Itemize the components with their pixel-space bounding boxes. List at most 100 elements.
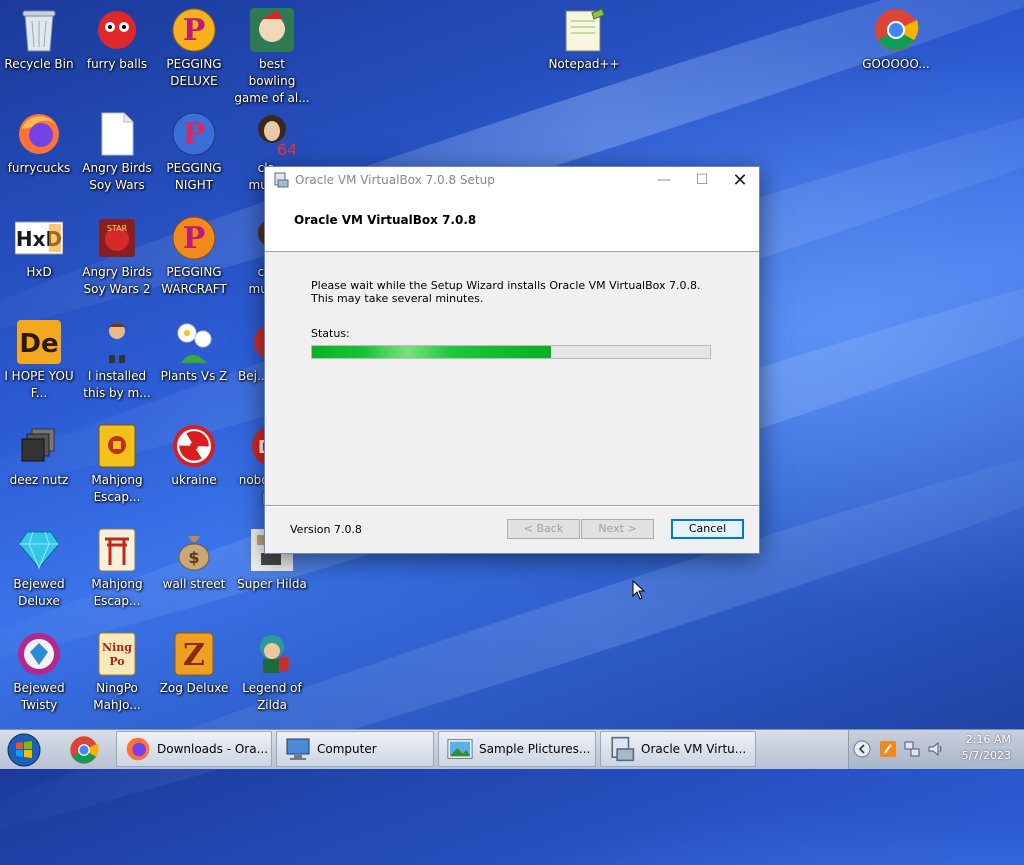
de-icon: De (17, 320, 61, 364)
clock-date: 5/7/2023 (961, 749, 1011, 762)
show-hidden-icons-button[interactable] (853, 740, 871, 758)
zog-icon: Z (174, 632, 214, 676)
desktop-icon-notepad-plus-plus[interactable]: Notepad++ (546, 6, 622, 73)
bowling-game-icon (250, 8, 294, 52)
zilda-icon (260, 635, 289, 673)
desktop-icon-deez-nutz[interactable]: deez nutz (1, 422, 77, 489)
dialog-header: Oracle VM VirtualBox 7.0.8 (265, 193, 759, 252)
desktop-icon-legend-of-zilda[interactable]: Legend of Zilda (234, 630, 310, 714)
desktop-icon-label: Plants Vs Z (160, 369, 228, 383)
desktop-icon-hxd[interactable]: HxD HxD (1, 214, 77, 281)
svg-text:P: P (183, 221, 206, 256)
computer-icon (286, 738, 310, 760)
svg-text:$: $ (188, 548, 199, 567)
desktop-icon-label: Angry Birds Soy Wars (82, 161, 152, 192)
taskbar-item-label: Computer (317, 742, 377, 756)
pinned-chrome[interactable] (64, 732, 104, 768)
version-label: Version 7.0.8 (290, 523, 362, 536)
desktop-icon-label: Bejewed Deluxe (13, 577, 65, 608)
desktop-icon-pegging-deluxe[interactable]: P PEGGING DELUXE (156, 6, 232, 90)
desktop-icon-label: furry balls (86, 57, 148, 71)
clock[interactable]: 2:16 AM 5/7/2023 (962, 732, 1011, 764)
close-button[interactable]: ✕ (721, 167, 759, 193)
desktop-icon-label: wall street (162, 577, 226, 591)
desktop-icon-pegging-warcraft[interactable]: P PEGGING WARCRAFT (156, 214, 232, 298)
taskbar-item-sample-pictures[interactable]: Sample Plictures... (438, 731, 596, 767)
desktop-icon-chrome[interactable]: GOOOOO... (858, 6, 934, 73)
diamond-icon (18, 531, 60, 570)
start-button[interactable] (4, 732, 44, 768)
recycle-bin-icon (22, 10, 56, 52)
desktop-icon-bejewed-deluxe[interactable]: Bejewed Deluxe (1, 526, 77, 610)
windows-start-icon (7, 733, 41, 767)
money-bag-icon: $ (178, 536, 210, 571)
desktop-icon-firefox[interactable]: furrycucks (1, 110, 77, 177)
cancel-button[interactable]: Cancel (671, 519, 744, 539)
system-tray: 2:16 AM 5/7/2023 (848, 730, 1024, 769)
desktop-icon-pegging-night[interactable]: P PEGGING NIGHT (156, 110, 232, 194)
clock-time: 2:16 AM (965, 733, 1011, 746)
maximize-button[interactable]: ☐ (683, 167, 721, 193)
desktop-icon-label: NingPo MahJo... (93, 681, 141, 712)
svg-text:STAR: STAR (107, 224, 128, 233)
desktop-icon-label: I HOPE YOU F... (4, 369, 74, 400)
classical-music-icon: 64 (258, 115, 295, 157)
desktop-icon-label: Bejewed Twisty (13, 681, 65, 712)
footer-divider (265, 505, 759, 507)
desktop-icon-bowling[interactable]: best bowling game of al... (234, 6, 310, 107)
installer-icon (611, 736, 635, 762)
desktop-icon-bejewed-twisty[interactable]: Bejewed Twisty (1, 630, 77, 714)
desktop-icon-label: Zog Deluxe (159, 681, 229, 695)
desktop-icon-label: HxD (26, 265, 52, 279)
desktop-icon-recycle-bin[interactable]: Recycle Bin (1, 6, 77, 73)
chrome-icon (70, 736, 99, 764)
taskbar-item-computer[interactable]: Computer (276, 731, 434, 767)
install-progress-bar (311, 345, 711, 359)
desktop-icon-i-installed[interactable]: I installed this by m... (79, 318, 155, 402)
taskbar: Downloads - Ora... Computer Sample Plict… (0, 729, 1024, 769)
tray-app[interactable] (879, 740, 897, 758)
bejeweled-twist-icon (18, 633, 60, 675)
desktop-icon-mahjong-escape-2[interactable]: Mahjong Escap... (79, 526, 155, 610)
taskbar-item-downloads[interactable]: Downloads - Ora... (116, 731, 272, 767)
progress-fill (312, 346, 551, 358)
back-button[interactable]: < Back (507, 519, 580, 539)
svg-text:Z: Z (183, 638, 205, 673)
svg-text:De: De (19, 329, 58, 359)
desktop-icon-angry-birds-soy-wars-2[interactable]: STAR Angry Birds Soy Wars 2 (79, 214, 155, 298)
svg-text:Po: Po (109, 655, 124, 668)
network-icon (904, 741, 920, 757)
desktop-icon-label: Mahjong Escap... (91, 473, 143, 504)
desktop-icon-wall-street[interactable]: $ wall street (156, 526, 232, 593)
minimize-button[interactable]: — (645, 167, 683, 193)
taskbar-item-label: Downloads - Ora... (157, 742, 269, 756)
taskbar-item-virtualbox-setup[interactable]: Oracle VM Virtu... (600, 731, 756, 767)
desktop-icon-furry-balls[interactable]: furry balls (79, 6, 155, 73)
svg-text:P: P (183, 13, 206, 48)
mahjong-icon (98, 424, 136, 468)
chrome-icon (875, 9, 919, 51)
svg-text:P: P (183, 117, 206, 152)
notepad-plus-plus-icon (565, 8, 605, 52)
desktop-icon-ukraine[interactable]: ukraine (156, 422, 232, 489)
dialog-header-title: Oracle VM VirtualBox 7.0.8 (294, 213, 477, 227)
desktop-icon-angry-birds-soy-wars[interactable]: Angry Birds Soy Wars (79, 110, 155, 194)
mahjong-gate-icon (98, 528, 136, 572)
desktop-icon-mahjong-escape-1[interactable]: Mahjong Escap... (79, 422, 155, 506)
hxd-icon: HxD (15, 221, 63, 255)
svg-text:64: 64 (277, 140, 295, 157)
desktop-icon-label: I installed this by m... (83, 369, 151, 400)
stack-icon (21, 428, 55, 462)
tray-network[interactable] (903, 740, 921, 758)
desktop-icon-i-hope-you[interactable]: De I HOPE YOU F... (1, 318, 77, 402)
mouse-cursor-icon (632, 580, 646, 600)
next-button[interactable]: Next > (581, 519, 654, 539)
setup-dialog: Oracle VM VirtualBox 7.0.8 Setup — ☐ ✕ O… (264, 166, 760, 554)
chevron-left-icon (853, 740, 871, 758)
blank-file-icon (101, 112, 134, 156)
desktop-icon-plants-vs-z[interactable]: Plants Vs Z (156, 318, 232, 385)
tray-volume[interactable] (927, 740, 945, 758)
desktop-icon-zog-deluxe[interactable]: Z Zog Deluxe (156, 630, 232, 697)
desktop-icon-ningpo-mahjong[interactable]: Ning Po NingPo MahJo... (79, 630, 155, 714)
dialog-titlebar[interactable]: Oracle VM VirtualBox 7.0.8 Setup — ☐ ✕ (265, 167, 759, 193)
